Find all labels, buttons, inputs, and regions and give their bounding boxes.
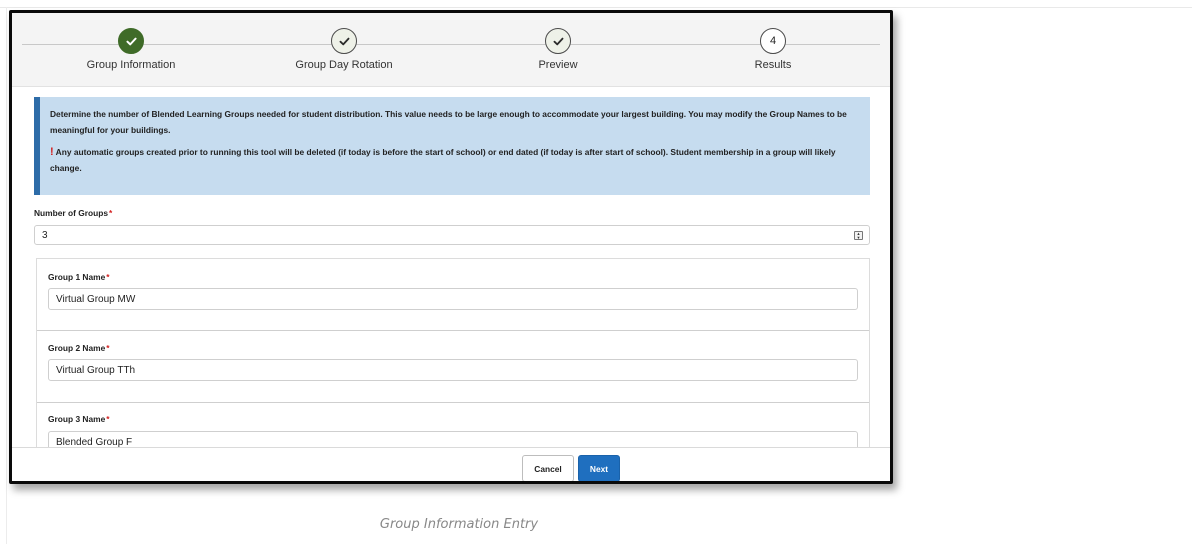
input-value: Virtual Group TTh	[56, 364, 136, 376]
wizard-stepper: Group Information Group Day Rotation Pre…	[12, 13, 890, 87]
label-text: Number of Groups	[34, 208, 108, 218]
image-caption: Group Information Entry	[379, 517, 539, 532]
group-1-name-label: Group 1 Name*	[48, 272, 110, 282]
check-icon	[125, 37, 137, 45]
wizard-footer: Cancel Next	[12, 447, 890, 481]
group-2-name-input[interactable]: Virtual Group TTh	[48, 359, 858, 381]
warning-text: Any automatic groups created prior to ru…	[50, 147, 836, 173]
step-circle	[545, 28, 571, 54]
step-label: Group Information	[86, 59, 176, 71]
step-number: 4	[769, 35, 777, 47]
label-text: Group 2 Name	[48, 343, 106, 353]
required-mark: *	[106, 343, 110, 353]
step-circle	[331, 28, 357, 54]
step-preview[interactable]: Preview	[483, 28, 633, 71]
info-warning: ! Any automatic groups created prior to r…	[50, 144, 860, 176]
group-3-name-label: Group 3 Name*	[48, 414, 110, 424]
divider	[37, 330, 869, 331]
input-value: Blended Group F	[56, 436, 133, 448]
step-group-information[interactable]: Group Information	[56, 28, 206, 71]
step-label: Group Day Rotation	[295, 59, 393, 71]
group-names-panel: Group 1 Name* Virtual Group MW Group 2 N…	[36, 258, 870, 458]
divider	[37, 402, 869, 403]
group-1-name-input[interactable]: Virtual Group MW	[48, 288, 858, 310]
step-label: Preview	[538, 59, 578, 71]
step-group-day-rotation[interactable]: Group Day Rotation	[269, 28, 419, 71]
input-value: 3	[42, 229, 48, 241]
next-button[interactable]: Next	[578, 455, 620, 481]
input-value: Virtual Group MW	[56, 293, 136, 305]
info-message: Determine the number of Blended Learning…	[34, 97, 870, 195]
check-icon	[553, 37, 563, 45]
page-top-border	[0, 7, 1192, 8]
group-2-name-label: Group 2 Name*	[48, 343, 110, 353]
number-of-groups-input[interactable]: 3 ▲ ▼	[34, 225, 870, 245]
required-mark: *	[106, 272, 110, 282]
cancel-button[interactable]: Cancel	[522, 455, 574, 481]
step-circle: 4	[760, 28, 786, 54]
required-mark: *	[106, 414, 110, 424]
step-results[interactable]: 4 Results	[698, 28, 848, 71]
check-icon	[339, 37, 349, 45]
step-circle	[118, 28, 144, 54]
step-label: Results	[754, 59, 792, 71]
required-mark: *	[108, 208, 113, 218]
page-left-border	[6, 7, 7, 544]
label-text: Group 1 Name	[48, 272, 106, 282]
label-text: Group 3 Name	[48, 414, 106, 424]
spinner-icon[interactable]: ▲ ▼	[854, 231, 863, 240]
screenshot-frame: Group Information Group Day Rotation Pre…	[9, 10, 893, 484]
info-paragraph: Determine the number of Blended Learning…	[50, 109, 847, 135]
warning-icon: !	[50, 146, 54, 158]
number-of-groups-label: Number of Groups*	[34, 208, 112, 218]
